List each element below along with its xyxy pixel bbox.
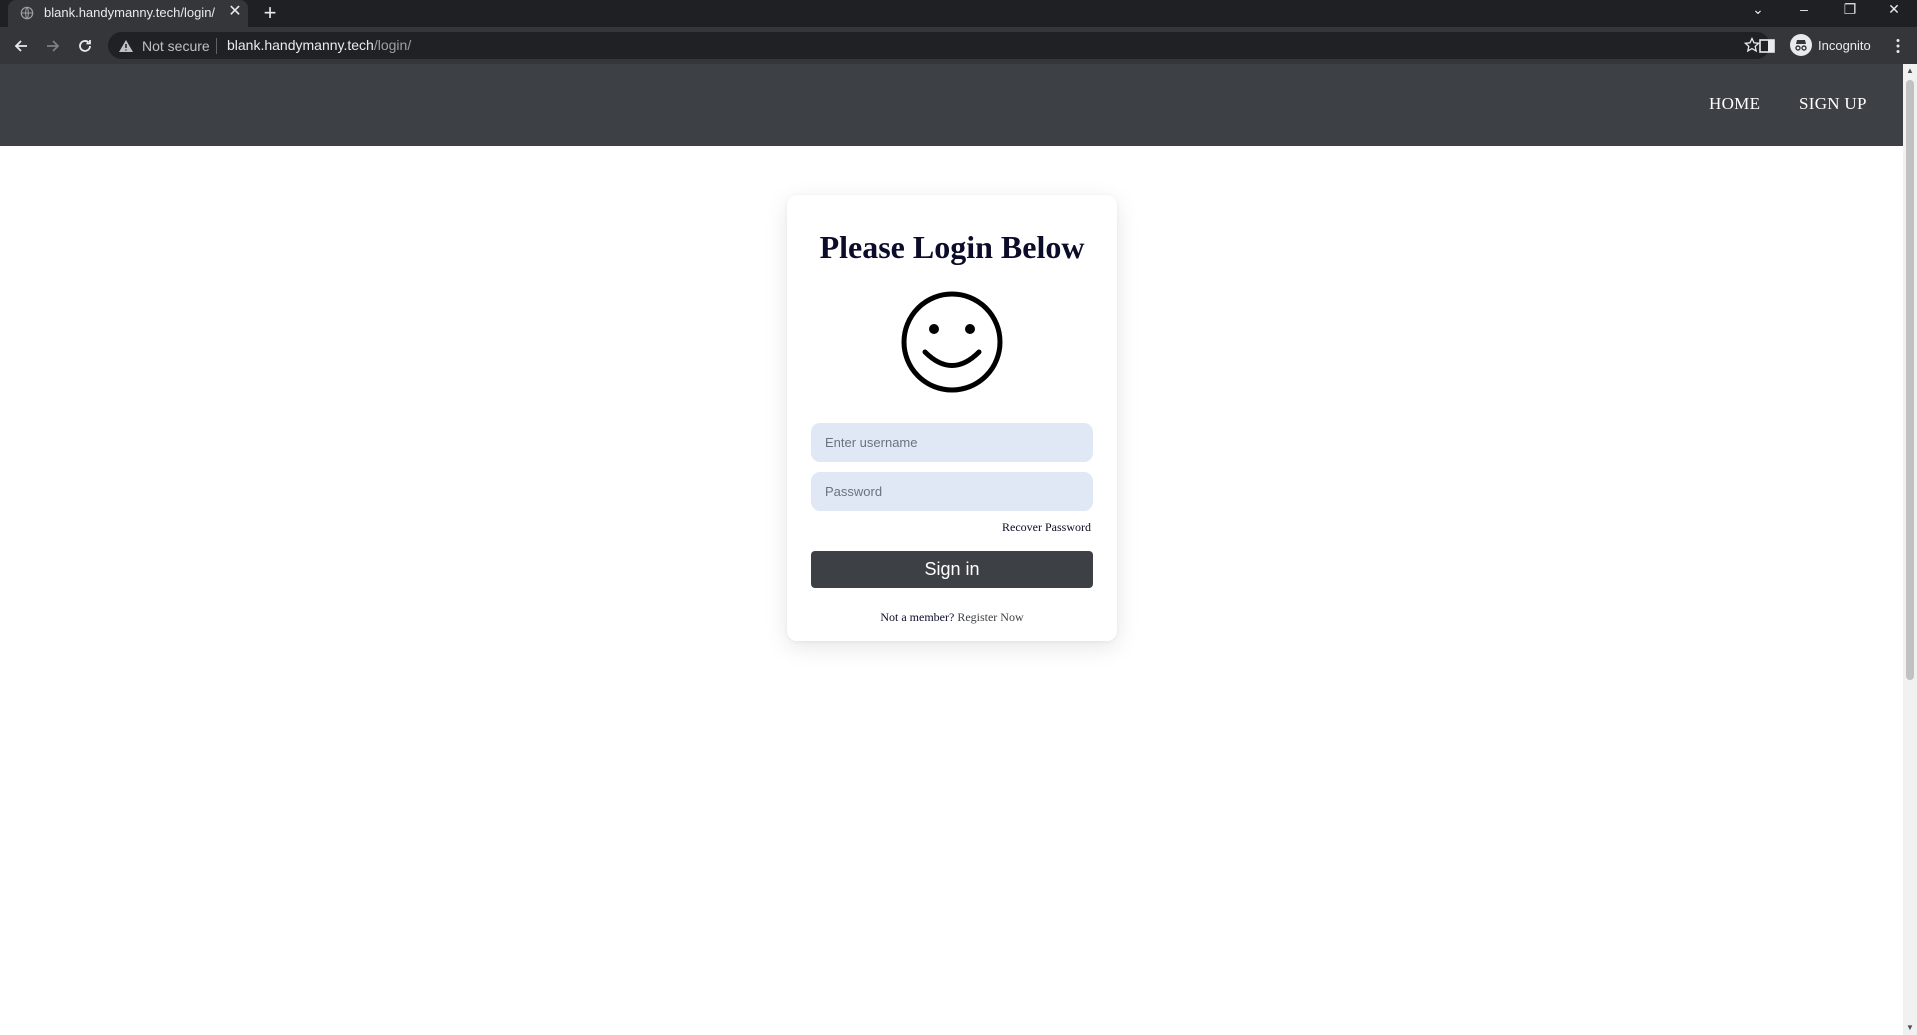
tab-strip: blank.handymanny.tech/login/ ✕ + ⌄ – ❐ ✕ xyxy=(0,0,1917,27)
sign-in-button[interactable]: Sign in xyxy=(811,551,1093,588)
divider xyxy=(216,38,217,54)
incognito-icon xyxy=(1790,34,1812,56)
scrollbar-thumb[interactable] xyxy=(1906,80,1914,680)
site-navbar: HOME SIGN UP xyxy=(0,64,1903,146)
plus-icon[interactable]: + xyxy=(258,2,282,24)
close-icon[interactable]: ✕ xyxy=(226,3,244,21)
incognito-profile[interactable]: Incognito xyxy=(1790,33,1871,57)
kebab-menu-icon[interactable] xyxy=(1889,37,1907,55)
security-label[interactable]: Not secure xyxy=(142,38,210,54)
minimize-icon[interactable]: – xyxy=(1781,0,1827,20)
smiley-face-icon xyxy=(901,291,1003,393)
globe-icon xyxy=(20,6,34,20)
tab-title: blank.handymanny.tech/login/ xyxy=(44,5,216,20)
scroll-up-icon[interactable]: ▲ xyxy=(1906,67,1914,75)
login-title: Please Login Below xyxy=(819,229,1085,265)
login-card: Please Login Below Recover Password Sign… xyxy=(787,195,1117,641)
reload-icon[interactable] xyxy=(72,33,98,59)
page-viewport: HOME SIGN UP Please Login Below Recover … xyxy=(0,64,1903,1035)
browser-tab-active[interactable]: blank.handymanny.tech/login/ ✕ xyxy=(8,0,248,27)
nav-home-link[interactable]: HOME xyxy=(1709,94,1760,114)
profile-label: Incognito xyxy=(1818,37,1871,53)
side-panel-icon[interactable] xyxy=(1758,37,1776,55)
scroll-down-icon[interactable]: ▼ xyxy=(1906,1024,1914,1032)
recover-password-link[interactable]: Recover Password xyxy=(1002,520,1091,535)
register-prompt: Not a member? Register Now xyxy=(787,610,1117,625)
not-member-text: Not a member? xyxy=(880,610,955,624)
username-input[interactable] xyxy=(811,423,1093,462)
back-arrow-icon[interactable] xyxy=(8,33,34,59)
password-input[interactable] xyxy=(811,472,1093,511)
browser-toolbar: Not secure blank.handymanny.tech/login/ … xyxy=(0,27,1917,64)
window-close-icon[interactable]: ✕ xyxy=(1871,0,1917,20)
register-now-link[interactable]: Register Now xyxy=(957,610,1023,624)
url-host: blank.handymanny.tech xyxy=(227,37,374,53)
nav-signup-link[interactable]: SIGN UP xyxy=(1799,94,1867,114)
url-path: /login/ xyxy=(373,37,412,53)
url-text[interactable]: blank.handymanny.tech/login/ xyxy=(227,37,411,53)
address-bar[interactable]: Not secure blank.handymanny.tech/login/ xyxy=(108,32,1770,59)
warning-icon xyxy=(119,40,133,52)
restore-icon[interactable]: ❐ xyxy=(1827,0,1873,20)
forward-arrow-icon[interactable] xyxy=(40,33,66,59)
chevron-down-icon[interactable]: ⌄ xyxy=(1735,0,1781,20)
page-scrollbar[interactable]: ▲ ▼ xyxy=(1903,64,1917,1035)
